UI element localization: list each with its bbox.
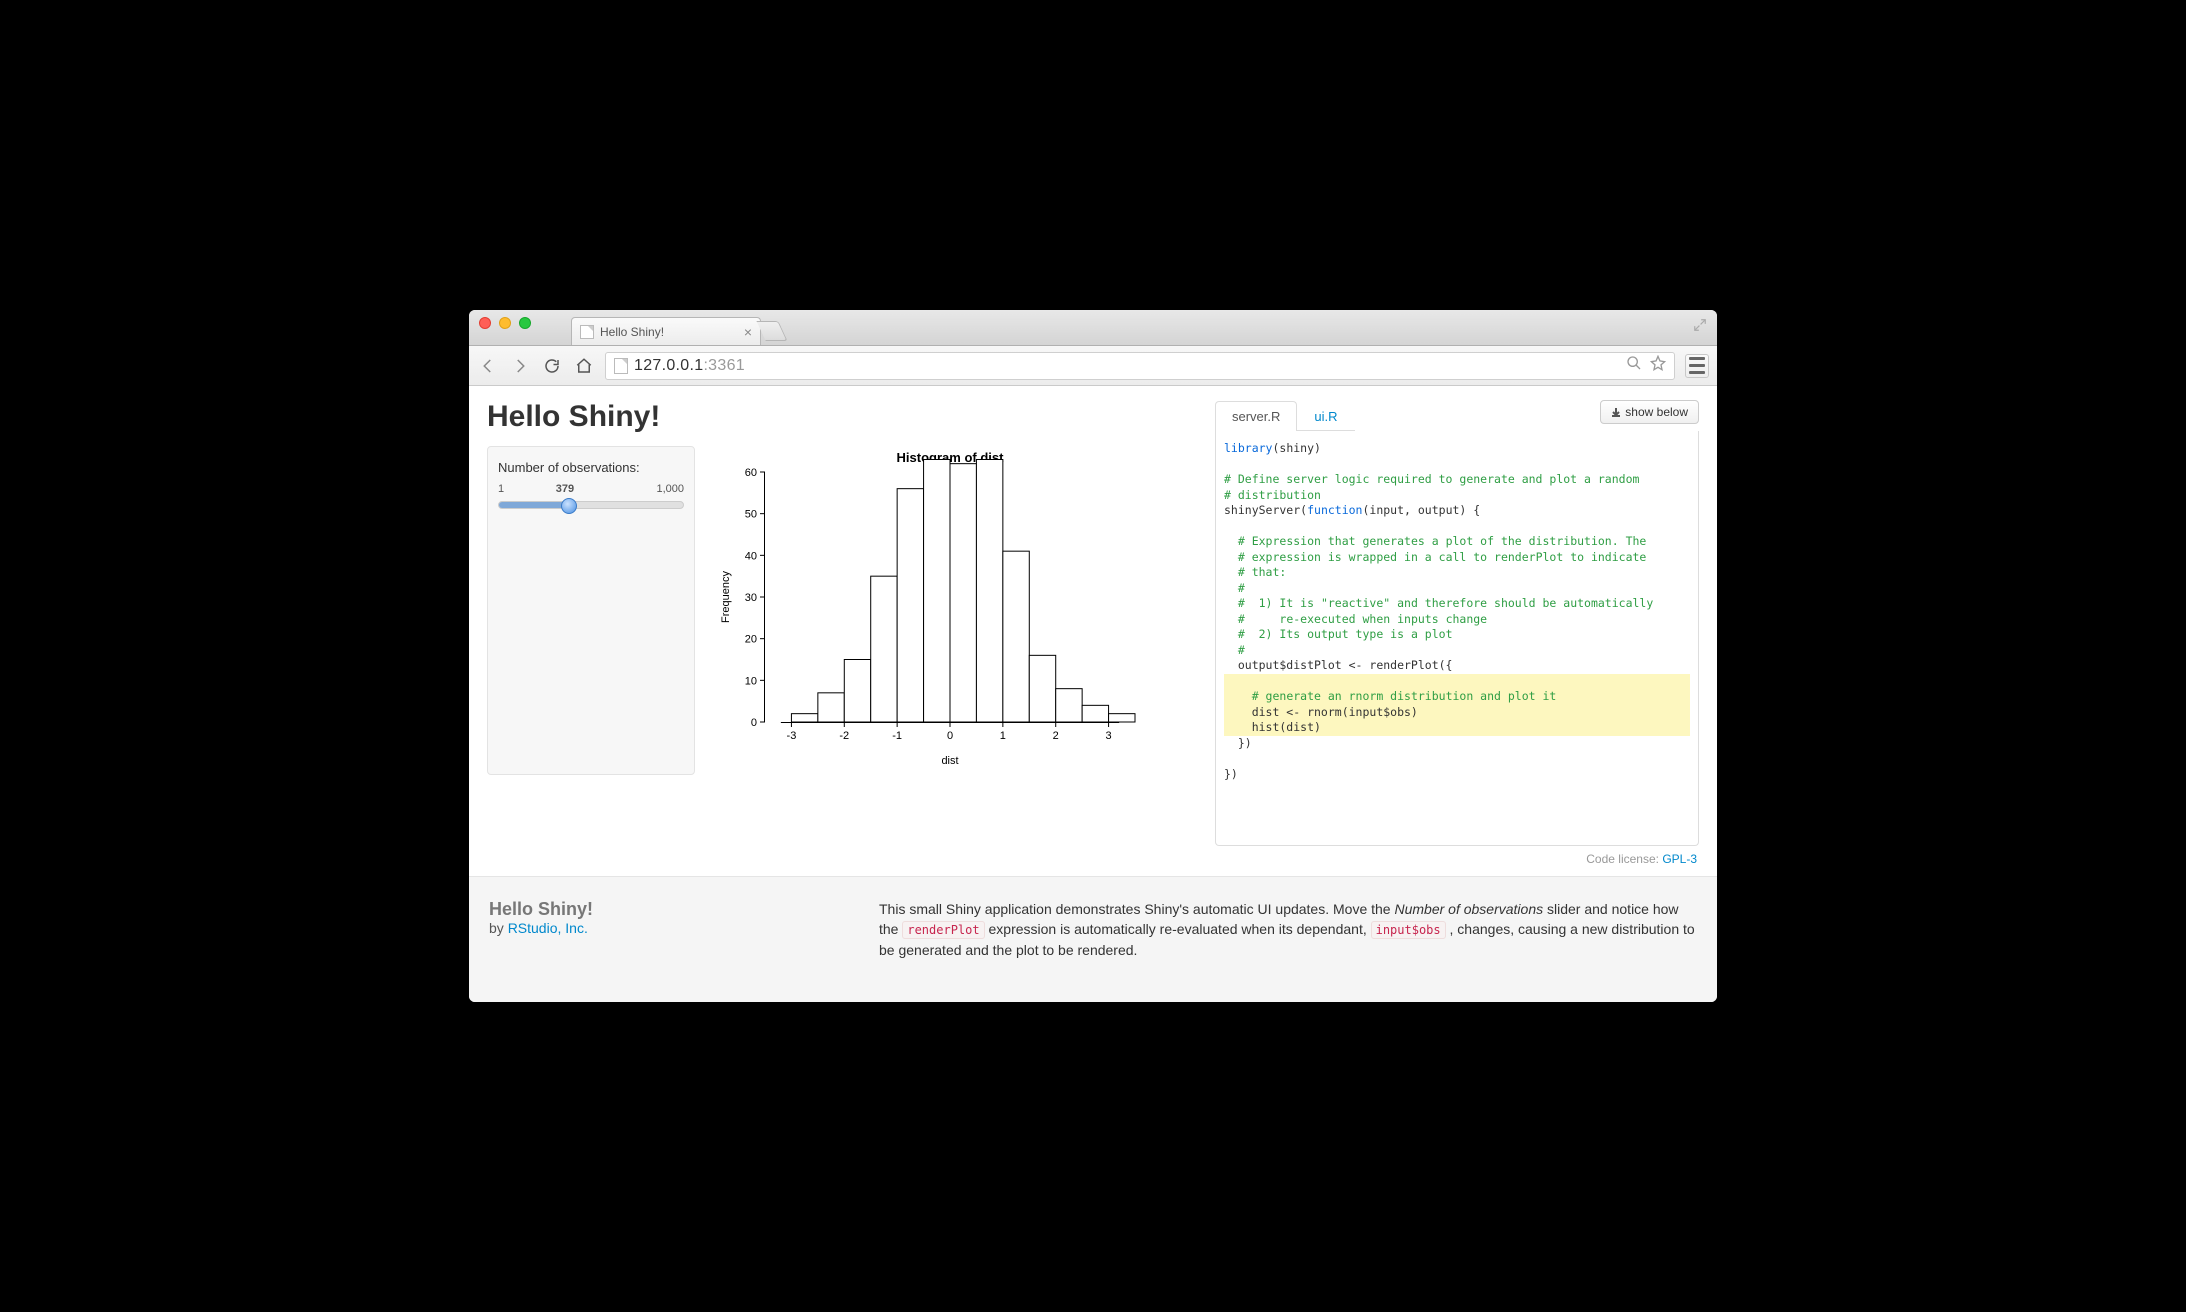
browser-tab[interactable]: Hello Shiny! × <box>571 317 761 345</box>
address-bar[interactable]: 127.0.0.1:3361 <box>605 352 1675 380</box>
tab-strip: Hello Shiny! × <box>571 310 783 345</box>
tab-title: Hello Shiny! <box>600 325 664 339</box>
page-icon <box>614 358 628 374</box>
new-tab-button[interactable] <box>756 321 787 341</box>
svg-text:-3: -3 <box>787 730 797 742</box>
svg-text:0: 0 <box>751 717 757 729</box>
slider-max: 1,000 <box>656 483 684 495</box>
home-button[interactable] <box>573 355 595 377</box>
forward-button[interactable] <box>509 355 531 377</box>
source-code: library(shiny) # Define server logic req… <box>1224 441 1690 782</box>
page-content: Hello Shiny! Number of observations: 1 3… <box>469 386 1717 1002</box>
show-below-button[interactable]: show below <box>1600 400 1699 424</box>
url-text: 127.0.0.1:3361 <box>634 357 745 375</box>
slider-label: Number of observations: <box>498 460 640 475</box>
slider-track[interactable] <box>498 501 684 509</box>
svg-text:50: 50 <box>745 509 757 521</box>
svg-text:-1: -1 <box>892 730 902 742</box>
reload-button[interactable] <box>541 355 563 377</box>
footer-author-link[interactable]: RStudio, Inc. <box>508 920 588 936</box>
footer-title: Hello Shiny! <box>489 899 879 920</box>
footer: Hello Shiny! by RStudio, Inc. This small… <box>469 876 1717 1002</box>
close-tab-button[interactable]: × <box>744 324 752 340</box>
download-icon <box>1611 407 1621 417</box>
code-viewer: library(shiny) # Define server logic req… <box>1215 431 1699 846</box>
obs-slider[interactable]: 1 379 1,000 <box>498 483 684 509</box>
browser-window: Hello Shiny! × 127.0.0.1:3361 <box>469 310 1717 1002</box>
svg-text:1: 1 <box>1000 730 1006 742</box>
svg-text:20: 20 <box>745 634 757 646</box>
footer-description: This small Shiny application demonstrate… <box>879 899 1697 960</box>
code-license: Code license: GPL-3 <box>1215 846 1699 876</box>
slider-thumb[interactable] <box>561 498 577 514</box>
toolbar: 127.0.0.1:3361 <box>469 346 1717 386</box>
svg-text:3: 3 <box>1106 730 1112 742</box>
svg-text:dist: dist <box>941 755 958 767</box>
sidebar-panel: Number of observations: 1 379 1,000 <box>487 446 695 775</box>
slider-value: 379 <box>556 483 574 495</box>
minimize-window-button[interactable] <box>499 317 511 329</box>
fullscreen-icon[interactable] <box>1693 318 1707 332</box>
traffic-lights <box>479 310 531 345</box>
search-icon[interactable] <box>1626 355 1642 376</box>
svg-text:10: 10 <box>745 675 757 687</box>
menu-button[interactable] <box>1685 354 1709 378</box>
zoom-window-button[interactable] <box>519 317 531 329</box>
svg-text:60: 60 <box>745 467 757 479</box>
svg-text:30: 30 <box>745 592 757 604</box>
page-title: Hello Shiny! <box>487 400 1197 434</box>
back-button[interactable] <box>477 355 499 377</box>
slider-fill <box>499 502 569 508</box>
svg-text:0: 0 <box>947 730 953 742</box>
tab-server-r[interactable]: server.R <box>1215 401 1297 431</box>
code-tabs: server.R ui.R <box>1215 400 1355 431</box>
svg-text:2: 2 <box>1053 730 1059 742</box>
svg-text:Frequency: Frequency <box>720 571 732 623</box>
svg-text:40: 40 <box>745 550 757 562</box>
bookmark-star-icon[interactable] <box>1650 355 1666 376</box>
page-icon <box>580 325 594 339</box>
license-link[interactable]: GPL-3 <box>1662 852 1697 866</box>
tab-ui-r[interactable]: ui.R <box>1297 401 1354 431</box>
slider-min: 1 <box>498 483 504 495</box>
svg-text:-2: -2 <box>839 730 849 742</box>
histogram-plot: Histogram of dist-3-2-10123dist010203040… <box>715 450 1145 775</box>
close-window-button[interactable] <box>479 317 491 329</box>
titlebar: Hello Shiny! × <box>469 310 1717 346</box>
